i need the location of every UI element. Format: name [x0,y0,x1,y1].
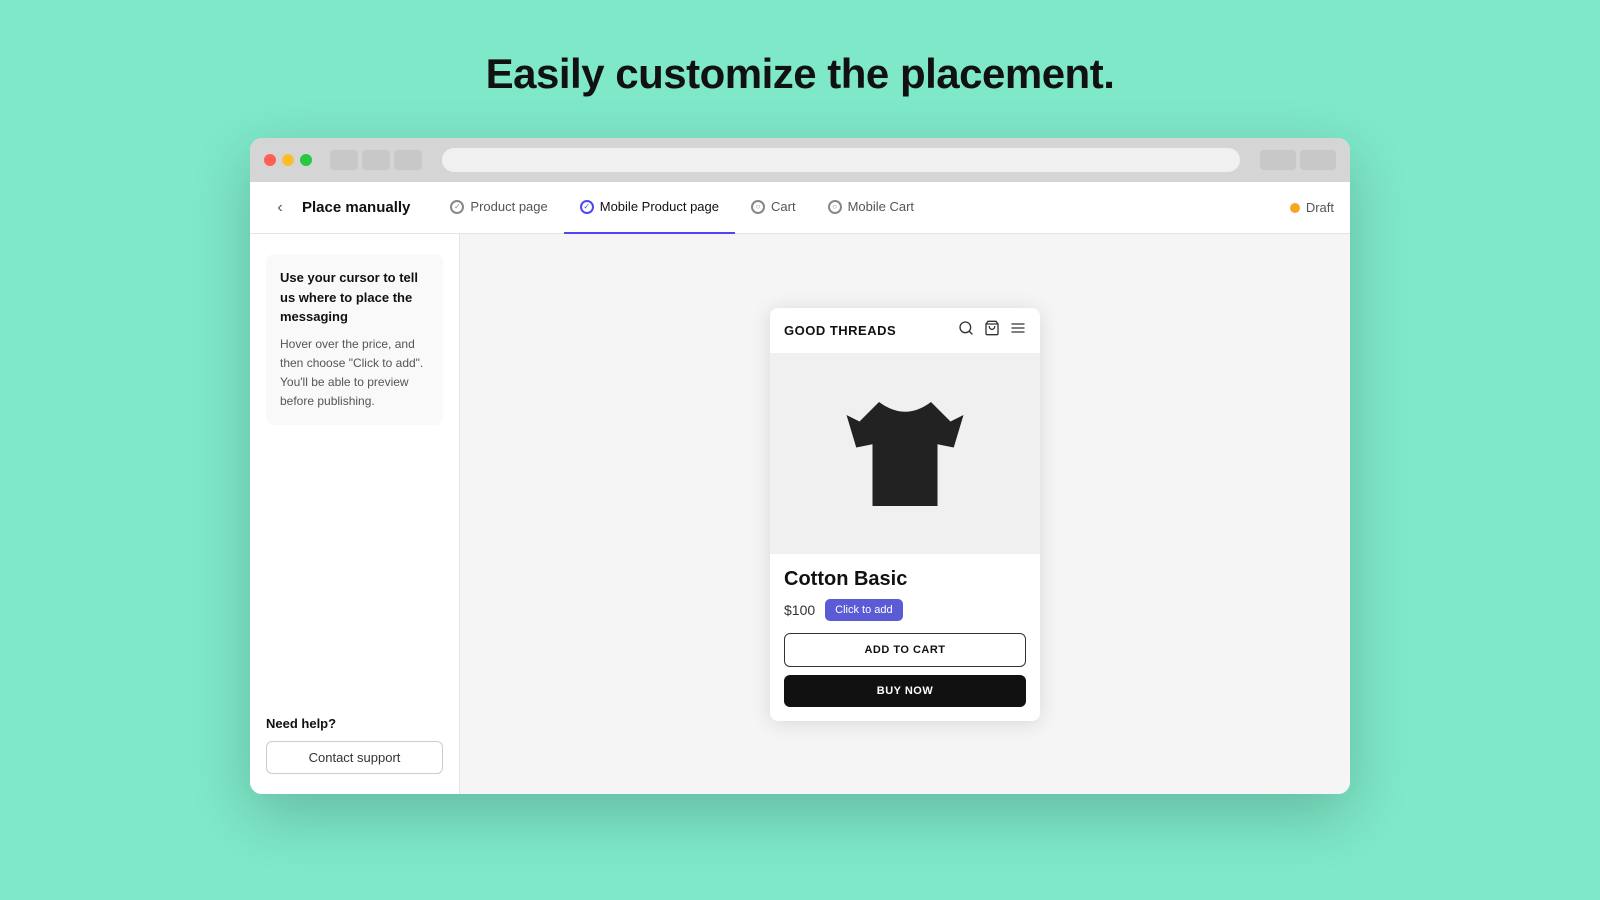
tab-product-page[interactable]: ✓ Product page [434,182,563,234]
browser-window: ‹ Place manually ✓ Product page ✓ Mobile… [250,138,1350,794]
browser-titlebar [250,138,1350,182]
check-icon-cart: ○ [751,200,765,214]
back-nav-button[interactable] [330,150,358,170]
check-icon-mobile-product: ✓ [580,200,594,214]
tab-mobile-product-label: Mobile Product page [600,199,719,214]
instruction-body: Hover over the price, and then choose "C… [280,335,429,412]
page-heading: Easily customize the placement. [486,50,1115,98]
check-icon-product-page: ✓ [450,200,464,214]
nav-tabs: ✓ Product page ✓ Mobile Product page ○ C… [434,182,1289,234]
tab-product-page-label: Product page [470,199,547,214]
contact-support-button[interactable]: Contact support [266,741,443,774]
instruction-title: Use your cursor to tell us where to plac… [280,268,429,327]
forward-nav-button[interactable] [362,150,390,170]
mobile-header: GOOD THREADS [770,308,1040,354]
draft-label: Draft [1306,200,1334,215]
header-icons [958,320,1026,341]
address-bar[interactable] [442,148,1240,172]
maximize-button[interactable] [300,154,312,166]
tab-cart-label: Cart [771,199,796,214]
store-name: GOOD THREADS [784,323,896,338]
back-button[interactable]: ‹ [266,194,294,222]
add-to-cart-button[interactable]: ADD TO CART [784,633,1026,667]
close-button[interactable] [264,154,276,166]
extensions-button[interactable] [1260,150,1296,170]
product-image-container [770,354,1040,554]
price-label: $100 [784,602,815,618]
refresh-button[interactable] [394,150,422,170]
product-details: Cotton Basic $100 Click to add ADD TO CA… [770,554,1040,721]
toolbar-buttons [1260,150,1336,170]
traffic-lights [264,154,312,166]
draft-badge: Draft [1290,200,1334,215]
need-help-label: Need help? [266,716,443,731]
place-manually-title: Place manually [302,199,410,216]
product-tshirt-image [840,384,970,524]
preview-area: GOOD THREADS [460,234,1350,794]
app-content: ‹ Place manually ✓ Product page ✓ Mobile… [250,182,1350,794]
tab-mobile-cart[interactable]: ○ Mobile Cart [812,182,930,234]
menu-icon[interactable] [1010,320,1026,341]
sidebar-footer: Need help? Contact support [266,700,443,774]
buy-now-button[interactable]: BUY NOW [784,675,1026,707]
minimize-button[interactable] [282,154,294,166]
top-nav: ‹ Place manually ✓ Product page ✓ Mobile… [250,182,1350,234]
click-to-add-tooltip[interactable]: Click to add [825,599,902,621]
cart-icon[interactable] [984,320,1000,341]
price-row: $100 Click to add [784,599,1026,621]
main-layout: Use your cursor to tell us where to plac… [250,234,1350,794]
menu-button[interactable] [1300,150,1336,170]
draft-dot [1290,203,1300,213]
product-name: Cotton Basic [784,568,1026,591]
sidebar-instruction: Use your cursor to tell us where to plac… [266,254,443,425]
tab-mobile-cart-label: Mobile Cart [848,199,914,214]
nav-buttons [330,150,422,170]
check-icon-mobile-cart: ○ [828,200,842,214]
sidebar: Use your cursor to tell us where to plac… [250,234,460,794]
tab-mobile-product-page[interactable]: ✓ Mobile Product page [564,182,735,234]
mobile-preview: GOOD THREADS [770,308,1040,721]
tab-cart[interactable]: ○ Cart [735,182,812,234]
search-icon[interactable] [958,320,974,341]
